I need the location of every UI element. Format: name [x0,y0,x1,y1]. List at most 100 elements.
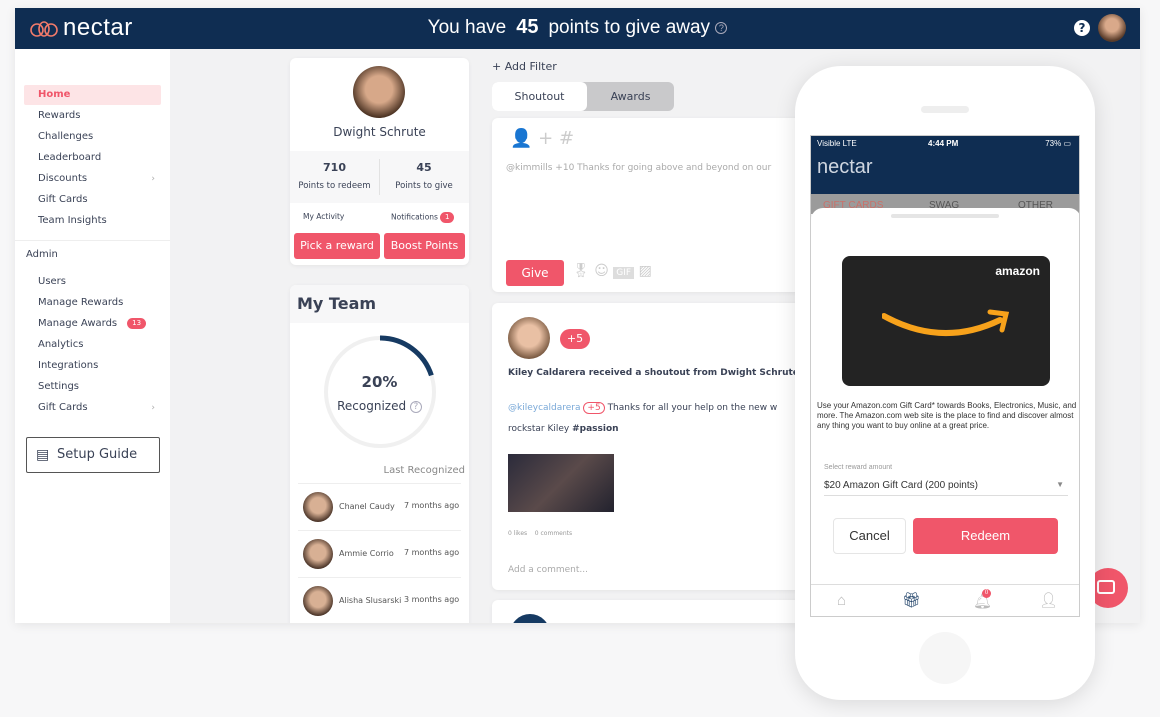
sidebar-item-discounts[interactable]: Discounts › [24,169,161,189]
add-user-icon[interactable]: 👤 [510,128,532,149]
shoutout-composer: 👤 + # @kimmills +10 Thanks for going abo… [492,118,812,292]
amazon-smile-icon [882,309,1010,336]
battery-indicator: 73% ▭ [1045,139,1071,148]
sidebar-item-rewards[interactable]: Rewards [24,106,161,126]
team-member-row[interactable]: Alisha Slusarski 3 months ago [298,577,461,623]
member-name: Ammie Corrio [339,549,394,558]
notifications-link[interactable]: Notifications 1 [391,212,455,223]
gift-icon[interactable]: 🎁︎ [902,591,921,609]
comment-input[interactable]: Add a comment... [508,565,588,575]
home-button[interactable] [919,632,971,684]
chevron-right-icon: › [151,403,155,413]
phone-speaker [921,106,969,113]
member-avatar [303,492,333,522]
sidebar-item-leaderboard[interactable]: Leaderboard [24,148,161,168]
sidebar-item-admin-gift-cards[interactable]: Gift Cards › [24,398,161,418]
profile-avatar [353,66,405,118]
mobile-logo: nectar [817,156,873,178]
tab-awards[interactable]: Awards [587,82,674,111]
info-icon[interactable]: ? [409,400,422,413]
member-avatar [303,539,333,569]
comments-count[interactable]: 0 comments [535,530,572,537]
points-badge: +5 [560,329,590,349]
awards-badge: 13 [127,317,147,329]
team-member-row[interactable]: Ammie Corrio 7 months ago [298,530,461,576]
reward-description: Use your Amazon.com Gift Card* towards B… [817,401,1077,430]
sidebar-item-manage-awards[interactable]: Manage Awards 13 [24,314,161,334]
give-button[interactable]: Give [506,260,564,286]
setup-guide-button[interactable]: ▤ Setup Guide [26,437,160,473]
sidebar-item-team-insights[interactable]: Team Insights [24,211,161,231]
bell-icon[interactable]: 🔔︎ 0 [973,589,992,610]
mobile-tab-bar: ⌂ 🎁︎ 🔔︎ 0 👤︎ [811,584,1079,616]
post-gif[interactable] [508,454,614,512]
reward-amount-select[interactable]: $20 Amazon Gift Card (200 points) ▼ [824,480,1068,496]
dropdown-arrow-icon: ▼ [1056,480,1064,489]
feed-tabs: Shoutout Awards [492,82,674,111]
help-icon[interactable]: ? [1074,20,1090,36]
recognized-label: Recognized ? [290,399,469,413]
my-activity-link[interactable]: My Activity [303,212,344,221]
sidebar-item-integrations[interactable]: Integrations [24,356,161,376]
tab-shoutout[interactable]: Shoutout [492,82,587,111]
boost-points-button[interactable]: Boost Points [384,233,465,259]
user-avatar[interactable] [1098,14,1126,42]
member-name: Chanel Caudy [339,502,395,511]
profile-name: Dwight Schrute [333,125,426,139]
amazon-gift-card: amazon [842,256,1050,386]
chevron-right-icon: › [151,174,155,184]
recognized-progress-ring [323,335,437,449]
member-time: 7 months ago [404,501,460,510]
admin-heading: Admin [26,249,58,260]
phone-screen: Visible LTE 4:44 PM 73% ▭ nectar GIFT CA… [810,135,1080,617]
post-avatar [510,614,550,623]
cancel-button[interactable]: Cancel [833,518,906,554]
image-icon[interactable]: ▨ [639,263,652,279]
gif-icon[interactable]: GIF [613,267,635,279]
divider [15,240,170,241]
plus-icon[interactable]: + [538,128,553,149]
checklist-icon: ▤ [36,447,50,463]
sidebar-item-manage-rewards[interactable]: Manage Rewards [24,293,161,313]
award-icon[interactable]: 🎖 [572,263,590,279]
member-avatar [303,586,333,616]
member-time: 3 months ago [404,595,460,604]
sidebar-item-challenges[interactable]: Challenges [24,127,161,147]
sidebar-item-settings[interactable]: Settings [24,377,161,397]
post-message: @kileycaldarera +5 Thanks for all your h… [508,402,778,414]
top-bar: nectar You have 45 points to give away ? ? [15,8,1140,49]
emoji-icon[interactable]: ☺ [594,263,609,279]
profile-card: Dwight Schrute 710 Points to redeem 45 P… [290,58,469,265]
member-name: Alisha Slusarski [339,596,402,605]
profile-icon[interactable]: 👤︎ [1039,591,1058,609]
likes-count[interactable]: 0 likes [508,530,527,537]
mention-link[interactable]: @kileycaldarera [508,403,581,413]
composer-input[interactable]: @kimmills +10 Thanks for going above and… [506,163,771,173]
home-icon[interactable]: ⌂ [837,592,846,609]
mobile-header: Visible LTE 4:44 PM 73% ▭ nectar [811,136,1079,194]
hashtag-icon[interactable]: # [559,128,574,149]
recognized-percent: 20% [361,373,398,391]
sidebar: Home Rewards Challenges Leaderboard Disc… [15,49,170,623]
points-summary: 710 Points to redeem 45 Points to give [290,151,469,203]
pick-reward-button[interactable]: Pick a reward [294,233,380,259]
sidebar-item-home[interactable]: Home [24,85,161,105]
points-count: 45 [516,16,539,38]
add-filter-button[interactable]: + Add Filter [492,60,557,73]
sidebar-item-analytics[interactable]: Analytics [24,335,161,355]
phone-mockup: Visible LTE 4:44 PM 73% ▭ nectar GIFT CA… [795,66,1095,700]
redeem-button[interactable]: Redeem [913,518,1058,554]
chat-icon [1097,580,1115,594]
composer-tools: 👤 + # [510,128,574,149]
sidebar-item-users[interactable]: Users [24,272,161,292]
my-team-title: My Team [290,285,469,323]
post-headline: Kiley Caldarera received a shoutout from… [508,368,799,378]
info-icon[interactable]: ? [715,21,728,34]
next-post [492,600,812,623]
sheet-handle[interactable] [891,214,999,218]
sidebar-item-gift-cards[interactable]: Gift Cards [24,190,161,210]
hashtag-link[interactable]: #passion [572,424,618,434]
post-avatar [508,317,550,359]
shoutout-post: +5 Kiley Caldarera received a shoutout f… [492,303,812,590]
team-member-row[interactable]: Chanel Caudy 7 months ago [298,483,461,529]
